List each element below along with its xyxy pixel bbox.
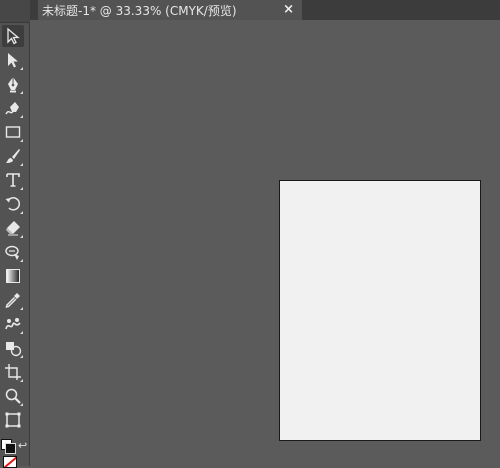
- document-tab-title: 未标题-1* @ 33.33% (CMYK/预览): [42, 3, 237, 18]
- eraser-tool[interactable]: [2, 217, 24, 239]
- flyout-indicator: [20, 163, 23, 166]
- flyout-indicator: [20, 115, 23, 118]
- pen-tool[interactable]: [2, 73, 24, 95]
- gradient-tool[interactable]: [2, 265, 24, 287]
- flyout-indicator: [20, 403, 23, 406]
- flyout-indicator: [20, 259, 23, 262]
- warp-tool[interactable]: [2, 241, 24, 263]
- flyout-indicator: [20, 211, 23, 214]
- flyout-indicator: [20, 307, 23, 310]
- tools-panel-grip[interactable]: [0, 0, 30, 23]
- artboard-tool[interactable]: [2, 361, 24, 383]
- fill-stroke-swatches[interactable]: ↩: [0, 436, 30, 468]
- flyout-indicator: [20, 91, 23, 94]
- rotate-tool[interactable]: [2, 193, 24, 215]
- flyout-indicator: [20, 379, 23, 382]
- close-tab-icon[interactable]: ×: [283, 2, 294, 18]
- gradient-icon: [6, 269, 20, 283]
- zoom-tool[interactable]: [2, 385, 24, 407]
- tools-panel: ↩: [0, 0, 30, 468]
- flyout-indicator: [20, 331, 23, 334]
- document-tab-bar: 未标题-1* @ 33.33% (CMYK/预览) ×: [30, 0, 500, 20]
- rectangle-tool[interactable]: [2, 121, 24, 143]
- blend-tool[interactable]: [2, 313, 24, 335]
- paintbrush-tool[interactable]: [2, 145, 24, 167]
- direct-selection-tool[interactable]: [2, 49, 24, 71]
- flyout-indicator: [20, 235, 23, 238]
- artboard[interactable]: [279, 180, 481, 441]
- shape-builder-tool[interactable]: [2, 337, 24, 359]
- selection-tool[interactable]: [2, 25, 24, 47]
- flyout-indicator: [20, 139, 23, 142]
- flyout-indicator: [20, 355, 23, 358]
- flyout-indicator: [20, 187, 23, 190]
- type-tool[interactable]: [2, 169, 24, 191]
- swap-fill-stroke-icon[interactable]: ↩: [18, 439, 27, 452]
- screen-mode-icon: [5, 412, 21, 428]
- none-color-icon[interactable]: [3, 456, 17, 468]
- change-screen-mode-tool[interactable]: [2, 409, 24, 431]
- flyout-indicator: [20, 67, 23, 70]
- curvature-tool[interactable]: [2, 97, 24, 119]
- stroke-swatch[interactable]: [5, 443, 16, 454]
- selection-arrow-icon: [7, 27, 20, 45]
- eyedropper-tool[interactable]: [2, 289, 24, 311]
- document-tab[interactable]: 未标题-1* @ 33.33% (CMYK/预览) ×: [38, 0, 302, 20]
